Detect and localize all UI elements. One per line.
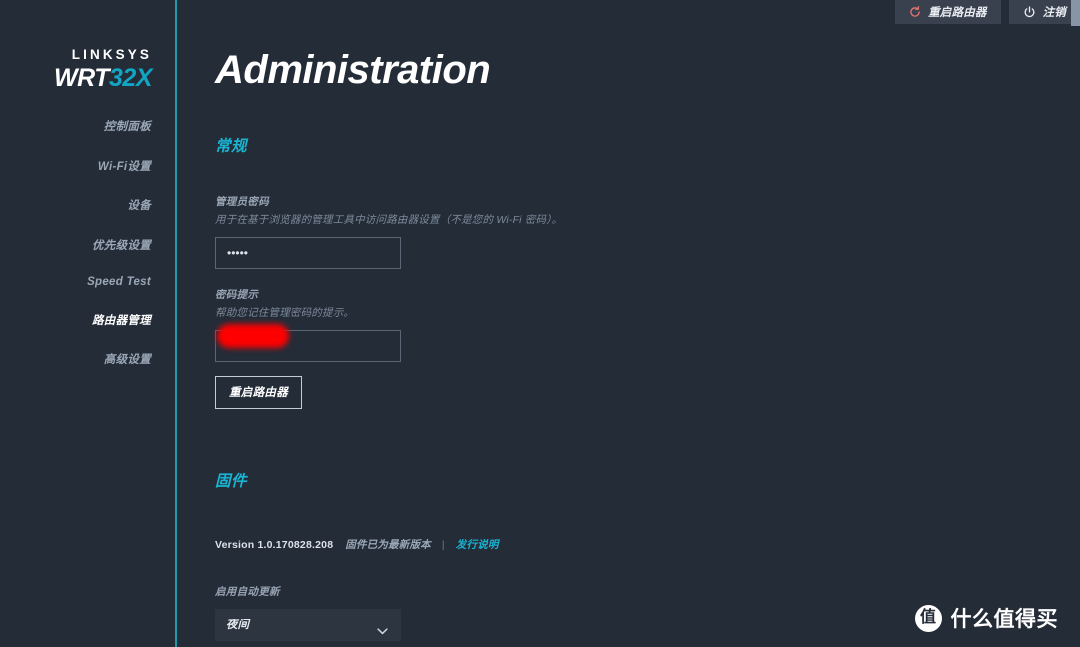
auto-update-label: 启用自动更新: [215, 586, 280, 598]
power-icon: [1023, 5, 1036, 19]
password-hint-input-wrapper: [215, 320, 401, 362]
brand-model-suffix: 32X: [109, 63, 152, 92]
firmware-version-row: Version 1.0.170828.208 固件已为最新版本 | 发行说明: [215, 537, 1080, 552]
firmware-section-title: 固件: [215, 473, 248, 490]
password-hint-label: 密码提示: [215, 289, 259, 301]
sidebar-item-wifi-settings[interactable]: Wi-Fi设置: [11, 158, 151, 174]
brand-model: WRT32X: [54, 63, 152, 92]
linksys-brand-logo: LINKSYS WRT32X: [54, 48, 152, 91]
logout-label: 注销: [1042, 7, 1066, 19]
top-action-bar: 重启路由器 注销: [0, 0, 1080, 26]
admin-password-description: 用于在基于浏览器的管理工具中访问路由器设置（不是您的 Wi-Fi 密码）。: [215, 214, 563, 226]
page-title: Administration: [215, 48, 491, 92]
logout-button[interactable]: 注销: [1008, 0, 1080, 24]
general-section: 常规 管理员密码 用于在基于浏览器的管理工具中访问路由器设置（不是您的 Wi-F…: [215, 134, 1080, 409]
release-notes-link[interactable]: 发行说明: [456, 537, 499, 552]
password-hint-description: 帮助您记住管理密码的提示。: [215, 307, 355, 319]
sidebar-item-priority-settings[interactable]: 优先级设置: [11, 237, 151, 253]
firmware-separator: |: [441, 539, 445, 551]
sidebar-item-router-administration[interactable]: 路由器管理: [11, 312, 151, 328]
password-hint-field-group: 密码提示 帮助您记住管理密码的提示。: [215, 287, 1080, 362]
watermark-text: 什么值得买: [950, 608, 1058, 631]
restore-arrow-icon: [909, 6, 921, 18]
restart-router-button[interactable]: 重启路由器: [895, 0, 1001, 24]
sidebar: LINKSYS WRT32X 控制面板 Wi-Fi设置 设备 优先级设置 Spe…: [0, 0, 177, 647]
admin-password-input[interactable]: [215, 237, 401, 269]
brand-name: LINKSYS: [71, 47, 152, 62]
sidebar-item-speed-test[interactable]: Speed Test: [11, 276, 151, 288]
sidebar-item-devices[interactable]: 设备: [11, 197, 151, 213]
password-hint-input[interactable]: [215, 330, 401, 362]
watermark: 值 什么值得买: [914, 603, 1059, 633]
firmware-status: 固件已为最新版本: [345, 539, 431, 551]
sidebar-item-dashboard[interactable]: 控制面板: [11, 118, 151, 134]
sidebar-item-advanced-settings[interactable]: 高级设置: [11, 351, 151, 367]
auto-update-select[interactable]: 夜间: [215, 609, 401, 641]
general-section-title: 常规: [215, 138, 248, 155]
restart-router-label: 重启路由器: [928, 7, 987, 19]
brand-model-prefix: WRT: [54, 63, 110, 92]
admin-password-field-group: 管理员密码 用于在基于浏览器的管理工具中访问路由器设置（不是您的 Wi-Fi 密…: [215, 194, 1080, 269]
auto-update-select-wrapper: 夜间: [215, 609, 401, 641]
restart-router-inline-button[interactable]: 重启路由器: [215, 376, 302, 409]
sidebar-nav: 控制面板 Wi-Fi设置 设备 优先级设置 Speed Test 路由器管理 高…: [11, 118, 151, 391]
admin-password-label: 管理员密码: [215, 196, 269, 208]
main-content: Administration 常规 管理员密码 用于在基于浏览器的管理工具中访问…: [179, 0, 1080, 647]
vertical-scrollbar[interactable]: [1071, 0, 1080, 26]
firmware-version: Version 1.0.170828.208: [215, 539, 334, 551]
smzdm-logo-icon: 值: [914, 604, 942, 632]
